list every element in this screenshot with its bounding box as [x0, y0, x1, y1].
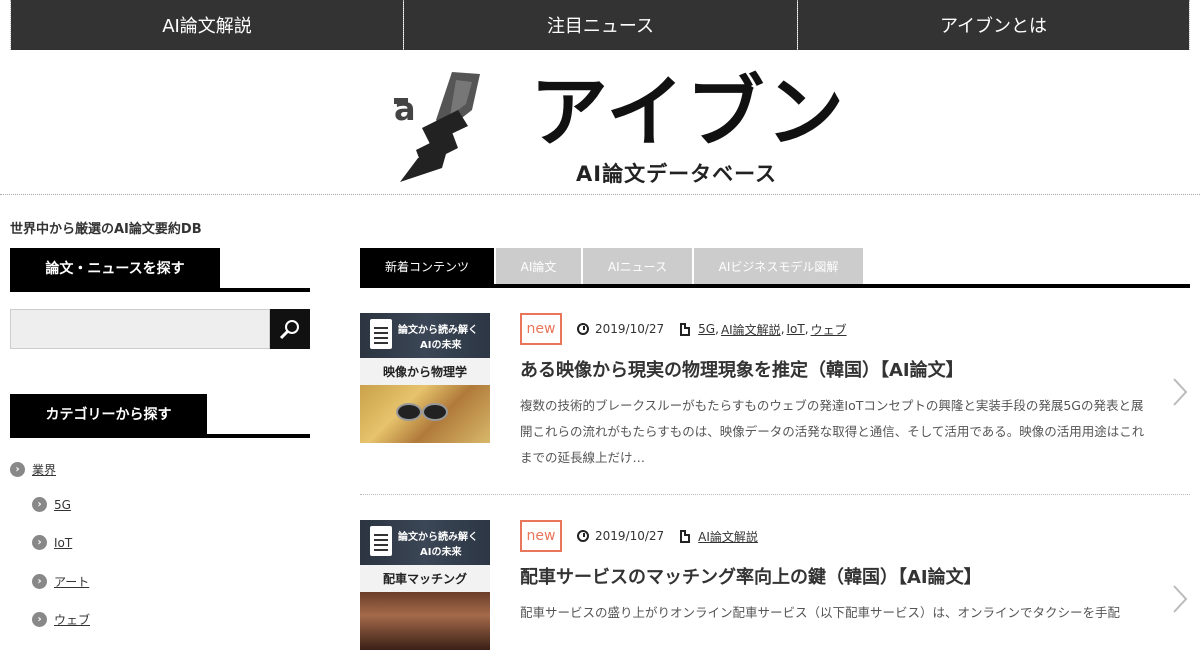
category-item-art[interactable]: › アート	[32, 573, 89, 590]
article-tag[interactable]: 5G	[698, 322, 715, 336]
article-card[interactable]: 論文から読み解く AIの未来 映像から物理学 new 2019/10/27 5G…	[360, 313, 1190, 495]
svg-text:a: a	[394, 90, 416, 128]
chevron-right-icon: ›	[32, 535, 47, 550]
category-icon	[680, 322, 691, 336]
search-icon	[279, 320, 299, 340]
heading-underline	[10, 434, 310, 438]
site-logo-text[interactable]: アイブン	[530, 68, 846, 158]
chevron-right-icon: ›	[32, 574, 47, 589]
tab-label: AIニュース	[607, 259, 668, 274]
chevron-right-icon[interactable]	[1172, 584, 1188, 614]
thumbnail-caption: 配車マッチング	[360, 565, 490, 592]
article-date: 2019/10/27	[595, 529, 665, 543]
category-heading: カテゴリーから探す	[10, 394, 310, 438]
article-thumbnail[interactable]: 論文から読み解く AIの未来 映像から物理学	[360, 313, 490, 443]
article-tag[interactable]: ウェブ	[811, 321, 847, 338]
nav-divider	[10, 0, 11, 50]
nav-item-about[interactable]: アイブンとは	[798, 0, 1189, 50]
article-meta: new 2019/10/27 5G, AI論文解説, IoT, ウェブ	[520, 313, 847, 345]
article-tag[interactable]: AI論文解説	[721, 321, 781, 338]
thumbnail-caption: 映像から物理学	[360, 358, 490, 385]
category-item-web[interactable]: › ウェブ	[32, 611, 90, 628]
thumbnail-text: 論文から読み解く	[398, 532, 478, 543]
thumbnail-banner: 論文から読み解く AIの未来	[360, 520, 490, 565]
nav-item-label: アイブンとは	[939, 16, 1048, 37]
search-heading-label: 論文・ニュースを探す	[10, 248, 220, 288]
tab-label: AIビジネスモデル図解	[718, 259, 839, 274]
tab-business-models[interactable]: AIビジネスモデル図解	[694, 248, 863, 284]
category-label: ウェブ	[54, 613, 91, 627]
site-logo-subtitle: AI論文データベース	[576, 162, 778, 186]
search-form	[10, 309, 310, 349]
thumbnail-text: AIの未来	[420, 547, 462, 558]
category-heading-label: カテゴリーから探す	[10, 394, 207, 434]
nav-item-ai-papers[interactable]: AI論文解説	[11, 0, 403, 50]
article-meta: new 2019/10/27 AI論文解説	[520, 520, 758, 552]
clock-icon	[577, 323, 589, 335]
thumbnail-text: AIの未来	[420, 340, 462, 351]
chevron-right-icon: ›	[32, 497, 47, 512]
category-item-iot[interactable]: › IoT	[32, 535, 72, 550]
article-title[interactable]: ある映像から現実の物理現象を推定（韓国）【AI論文】	[520, 356, 964, 382]
new-badge: new	[520, 313, 562, 345]
article-card[interactable]: 論文から読み解く AIの未来 配車マッチング new 2019/10/27 AI…	[360, 520, 1190, 650]
header-divider	[0, 194, 1200, 195]
thumbnail-banner: 論文から読み解く AIの未来	[360, 313, 490, 358]
search-input[interactable]	[10, 309, 270, 349]
document-icon	[370, 526, 392, 556]
nav-item-label: AI論文解説	[162, 16, 252, 37]
tabs-underline	[360, 284, 1190, 288]
top-nav: AI論文解説 注目ニュース アイブンとは	[0, 0, 1200, 50]
clock-icon	[577, 530, 589, 542]
nav-item-news[interactable]: 注目ニュース	[404, 0, 797, 50]
tab-label: AI論文	[520, 259, 557, 274]
article-title[interactable]: 配車サービスのマッチング率向上の鍵（韓国）【AI論文】	[520, 563, 982, 589]
category-label: 業界	[32, 463, 57, 477]
category-label: IoT	[54, 535, 73, 550]
thumbnail-photo	[360, 385, 490, 443]
chevron-right-icon: ›	[10, 462, 25, 477]
search-heading: 論文・ニュースを探す	[10, 248, 310, 292]
tab-ai-news[interactable]: AIニュース	[583, 248, 692, 284]
nav-divider	[1189, 0, 1190, 50]
content-tabs: 新着コンテンツ AI論文 AIニュース AIビジネスモデル図解	[360, 248, 1190, 288]
heading-underline	[10, 288, 310, 292]
tab-new-content[interactable]: 新着コンテンツ	[360, 248, 494, 284]
category-item-industry[interactable]: › 業界	[10, 461, 56, 478]
article-divider	[360, 494, 1190, 495]
tab-ai-papers[interactable]: AI論文	[496, 248, 581, 284]
article-thumbnail[interactable]: 論文から読み解く AIの未来 配車マッチング	[360, 520, 490, 650]
nav-item-label: 注目ニュース	[546, 16, 655, 37]
category-label: 5G	[54, 497, 71, 512]
article-tag[interactable]: IoT	[787, 322, 805, 336]
new-badge: new	[520, 520, 562, 552]
article-excerpt: 複数の技術的ブレークスルーがもたらすものウェブの発達IoTコンセプトの興隆と実装…	[520, 398, 1145, 465]
chevron-right-icon: ›	[32, 612, 47, 627]
document-icon	[370, 319, 392, 349]
chevron-right-icon[interactable]	[1172, 377, 1188, 407]
thumbnail-text: 論文から読み解く	[398, 325, 478, 336]
category-item-5g[interactable]: › 5G	[32, 497, 71, 512]
search-button[interactable]	[270, 309, 310, 349]
site-tagline: 世界中から厳選のAI論文要約DB	[10, 222, 202, 237]
thumbnail-photo	[360, 592, 490, 650]
article-tag[interactable]: AI論文解説	[698, 528, 758, 545]
tab-label: 新着コンテンツ	[384, 259, 469, 274]
category-icon	[680, 529, 691, 543]
bee-logo-icon[interactable]: a	[392, 70, 482, 184]
article-excerpt: 配車サービスの盛り上がりオンライン配車サービス（以下配車サービス）は、オンライン…	[520, 605, 1121, 620]
article-date: 2019/10/27	[595, 322, 665, 336]
category-label: アート	[54, 575, 90, 589]
